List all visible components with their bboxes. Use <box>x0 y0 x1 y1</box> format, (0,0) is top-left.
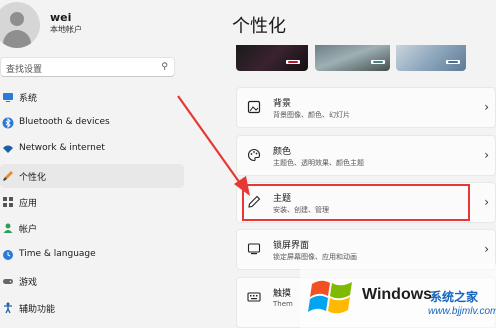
sidebar-item-accessibility[interactable]: 辅助功能 <box>0 296 184 320</box>
chevron-right-icon: › <box>484 100 489 114</box>
card-subtitle: Them <box>273 300 293 308</box>
card-subtitle: 锁定屏幕图像、应用和动画 <box>273 253 357 261</box>
chevron-right-icon: › <box>484 242 489 256</box>
sidebar-item-bluetooth[interactable]: Bluetooth & devices <box>0 111 184 135</box>
sidebar-item-label: 系统 <box>19 94 38 104</box>
account-type: 本地帐户 <box>50 25 82 34</box>
card-title: 颜色 <box>273 147 292 157</box>
windows-logo-icon <box>308 280 352 314</box>
sidebar-item-accounts[interactable]: 帐户 <box>0 216 184 240</box>
watermark: Windows 系统之家 www.bjjmlv.com <box>300 264 496 328</box>
avatar[interactable] <box>0 2 40 48</box>
sidebar-item-label: Time & language <box>19 249 96 259</box>
sidebar-item-system[interactable]: 系统 <box>0 85 184 109</box>
monitor-icon <box>2 91 14 103</box>
sidebar-item-network[interactable]: Network & internet <box>0 137 184 161</box>
sidebar: wei 本地帐户 查找设置 ⚲ 系统 Bluetooth & devices N… <box>0 0 190 328</box>
sidebar-item-apps[interactable]: 应用 <box>0 190 184 214</box>
sidebar-item-time-language[interactable]: Time & language <box>0 243 184 267</box>
sidebar-item-label: 应用 <box>19 199 38 209</box>
search-placeholder: 查找设置 <box>6 65 43 75</box>
card-subtitle: 主题色、透明效果、颜色主题 <box>273 159 364 167</box>
card-subtitle: 背景图像、颜色、幻灯片 <box>273 111 350 119</box>
sidebar-item-label: 帐户 <box>19 225 38 235</box>
keyboard-icon <box>247 290 261 304</box>
person-icon <box>2 222 14 234</box>
user-name: wei <box>50 11 72 24</box>
sidebar-item-label: 辅助功能 <box>19 305 56 315</box>
watermark-title: Windows <box>362 286 433 303</box>
sidebar-item-label: 个性化 <box>19 173 47 183</box>
highlight-box <box>242 184 470 221</box>
theme-preview-landscape[interactable] <box>315 45 390 71</box>
brush-icon <box>2 170 14 182</box>
search-input[interactable]: 查找设置 ⚲ <box>0 57 175 77</box>
background-setting-card[interactable]: 背景 背景图像、颜色、幻灯片 › <box>236 87 496 128</box>
page-title: 个性化 <box>232 16 286 37</box>
globe-clock-icon <box>2 249 14 261</box>
card-title: 背景 <box>273 99 292 109</box>
accessibility-icon <box>2 302 14 314</box>
card-title: 锁屏界面 <box>273 241 310 251</box>
sidebar-item-personalization[interactable]: 个性化 <box>0 164 184 188</box>
lockscreen-icon <box>247 242 261 256</box>
sidebar-item-label: 游戏 <box>19 278 38 288</box>
colors-setting-card[interactable]: 颜色 主题色、透明效果、颜色主题 › <box>236 135 496 176</box>
bluetooth-icon <box>2 117 14 129</box>
chevron-right-icon: › <box>484 195 489 209</box>
sidebar-item-label: Network & internet <box>19 143 105 153</box>
search-icon[interactable]: ⚲ <box>161 62 168 72</box>
watermark-cn: 系统之家 <box>430 290 479 304</box>
card-title: 触摸 <box>273 289 292 299</box>
wifi-icon <box>2 143 14 155</box>
watermark-url: www.bjjmlv.com <box>428 306 496 317</box>
gamepad-icon <box>2 275 14 287</box>
theme-preview-dark[interactable] <box>236 45 308 71</box>
sidebar-item-label: Bluetooth & devices <box>19 117 110 127</box>
chevron-right-icon: › <box>484 148 489 162</box>
sidebar-item-gaming[interactable]: 游戏 <box>0 269 184 293</box>
apps-icon <box>2 196 14 208</box>
theme-preview-bloom[interactable] <box>396 45 466 71</box>
annotation-arrow <box>177 95 250 196</box>
